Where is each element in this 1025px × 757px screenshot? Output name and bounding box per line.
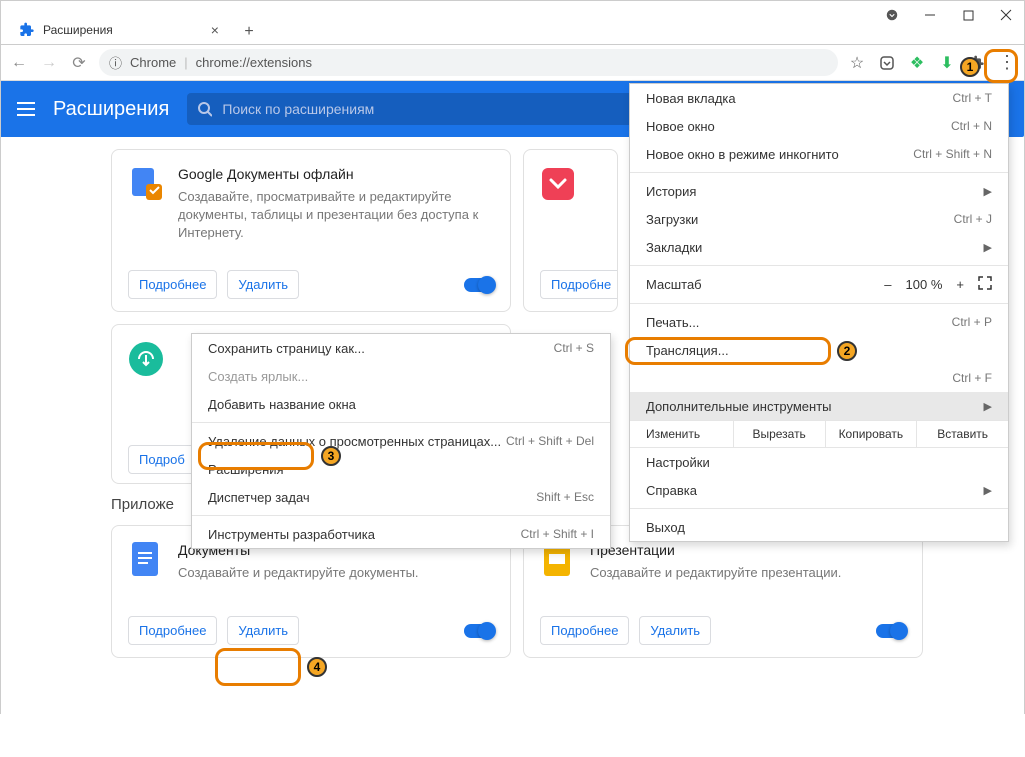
menu-print[interactable]: Печать...Ctrl + P	[630, 308, 1008, 336]
annotation-badge-1: 1	[960, 57, 980, 77]
docs-icon	[128, 542, 164, 578]
tab-title: Расширения	[43, 23, 113, 37]
enable-toggle[interactable]	[464, 624, 494, 638]
details-button[interactable]: Подробне	[540, 270, 618, 299]
reload-button[interactable]: ⟳	[69, 53, 89, 73]
menu-history[interactable]: История▶	[630, 177, 1008, 205]
pocket-icon	[540, 166, 576, 202]
tab-extensions[interactable]: Расширения ×	[7, 16, 231, 44]
edit-label: Изменить	[630, 421, 734, 447]
menu-find[interactable]: Ctrl + F	[630, 364, 1008, 392]
maximize-icon[interactable]	[962, 9, 974, 21]
zoom-out-button[interactable]: –	[884, 277, 891, 292]
chevron-right-icon: ▶	[984, 400, 992, 413]
submenu-task-manager[interactable]: Диспетчер задачShift + Esc	[192, 483, 610, 511]
menu-exit[interactable]: Выход	[630, 513, 1008, 541]
submenu-clear-data[interactable]: Удаление данных о просмотренных страница…	[192, 427, 610, 455]
menu-settings[interactable]: Настройки	[630, 448, 1008, 476]
remove-button[interactable]: Удалить	[227, 270, 299, 299]
kebab-menu-icon[interactable]: ⋮	[998, 54, 1016, 72]
submenu-dev-tools[interactable]: Инструменты разработчикаCtrl + Shift + I	[192, 520, 610, 548]
menu-cast[interactable]: Трансляция...	[630, 336, 1008, 364]
enable-toggle[interactable]	[876, 624, 906, 638]
details-button[interactable]: Подробнее	[128, 270, 217, 299]
address-origin: Chrome	[130, 55, 176, 70]
puzzle-icon	[19, 22, 35, 38]
card-desc: Создавайте, просматривайте и редактируйт…	[178, 188, 494, 243]
fullscreen-icon[interactable]	[978, 276, 992, 293]
annotation-badge-2: 2	[837, 341, 857, 361]
menu-edit-row: Изменить Вырезать Копировать Вставить	[630, 420, 1008, 448]
menu-more-tools[interactable]: Дополнительные инструменты▶	[630, 392, 1008, 420]
forward-button[interactable]: →	[39, 53, 59, 73]
menu-new-tab[interactable]: Новая вкладкаCtrl + T	[630, 84, 1008, 112]
enable-toggle[interactable]	[464, 278, 494, 292]
annotation-badge-4: 4	[307, 657, 327, 677]
details-button[interactable]: Подробнее	[128, 616, 217, 645]
tab-strip: Расширения × +	[1, 15, 1024, 45]
card-desc: Создавайте и редактируйте презентации.	[590, 564, 841, 582]
close-window-icon[interactable]	[1000, 9, 1012, 21]
menu-zoom: Масштаб – 100 % +	[630, 270, 1008, 299]
search-input[interactable]	[222, 101, 627, 117]
search-container	[187, 93, 637, 125]
close-tab-icon[interactable]: ×	[211, 22, 219, 38]
remove-button[interactable]: Удалить	[639, 616, 711, 645]
submenu-extensions[interactable]: Расширения	[192, 455, 610, 483]
more-tools-submenu: Сохранить страницу как...Ctrl + S Создат…	[191, 333, 611, 549]
skyload-icon	[128, 341, 164, 377]
minimize-icon[interactable]	[924, 9, 936, 21]
card-title: Google Документы офлайн	[178, 166, 494, 182]
chevron-right-icon: ▶	[984, 241, 992, 254]
evernote-ext-icon[interactable]: ❖	[908, 54, 926, 72]
menu-downloads[interactable]: ЗагрузкиCtrl + J	[630, 205, 1008, 233]
card-pocket: Подробне	[523, 149, 618, 312]
chevron-right-icon: ▶	[984, 185, 992, 198]
menu-bookmarks[interactable]: Закладки▶	[630, 233, 1008, 261]
zoom-in-button[interactable]: +	[956, 277, 964, 292]
remove-button[interactable]: Удалить	[227, 616, 299, 645]
back-button[interactable]: ←	[9, 53, 29, 73]
menu-new-window[interactable]: Новое окноCtrl + N	[630, 112, 1008, 140]
annotation-badge-3: 3	[321, 446, 341, 466]
chrome-main-menu: Новая вкладкаCtrl + T Новое окноCtrl + N…	[629, 83, 1009, 542]
menu-paste[interactable]: Вставить	[917, 421, 1008, 447]
card-desc: Создавайте и редактируйте документы.	[178, 564, 419, 582]
new-tab-button[interactable]: +	[237, 20, 261, 44]
gdocs-icon	[128, 166, 164, 202]
star-icon[interactable]: ☆	[848, 54, 866, 72]
menu-incognito[interactable]: Новое окно в режиме инкогнитоCtrl + Shif…	[630, 140, 1008, 168]
toolbar: ← → ⟳ ⓘ Chrome | chrome://extensions ☆ ❖…	[1, 45, 1024, 81]
submenu-save-page[interactable]: Сохранить страницу как...Ctrl + S	[192, 334, 610, 362]
hamburger-icon[interactable]	[17, 102, 35, 116]
menu-cut[interactable]: Вырезать	[734, 421, 826, 447]
download-ext-icon[interactable]: ⬇	[938, 54, 956, 72]
card-title: Презентации	[590, 542, 841, 558]
details-button[interactable]: Подроб	[128, 445, 196, 474]
pocket-ext-icon[interactable]	[878, 54, 896, 72]
account-icon[interactable]	[886, 9, 898, 21]
search-icon	[197, 101, 212, 117]
chevron-right-icon: ▶	[984, 484, 992, 497]
site-info-icon[interactable]: ⓘ	[109, 53, 122, 72]
address-url: chrome://extensions	[196, 55, 312, 70]
menu-help[interactable]: Справка▶	[630, 476, 1008, 504]
page-title: Расширения	[53, 98, 169, 121]
menu-copy[interactable]: Копировать	[826, 421, 918, 447]
address-bar[interactable]: ⓘ Chrome | chrome://extensions	[99, 49, 838, 76]
submenu-create-shortcut: Создать ярлык...	[192, 362, 610, 390]
submenu-name-window[interactable]: Добавить название окна	[192, 390, 610, 418]
details-button[interactable]: Подробнее	[540, 616, 629, 645]
zoom-value: 100 %	[906, 277, 943, 292]
card-google-docs-offline: Google Документы офлайн Создавайте, прос…	[111, 149, 511, 312]
